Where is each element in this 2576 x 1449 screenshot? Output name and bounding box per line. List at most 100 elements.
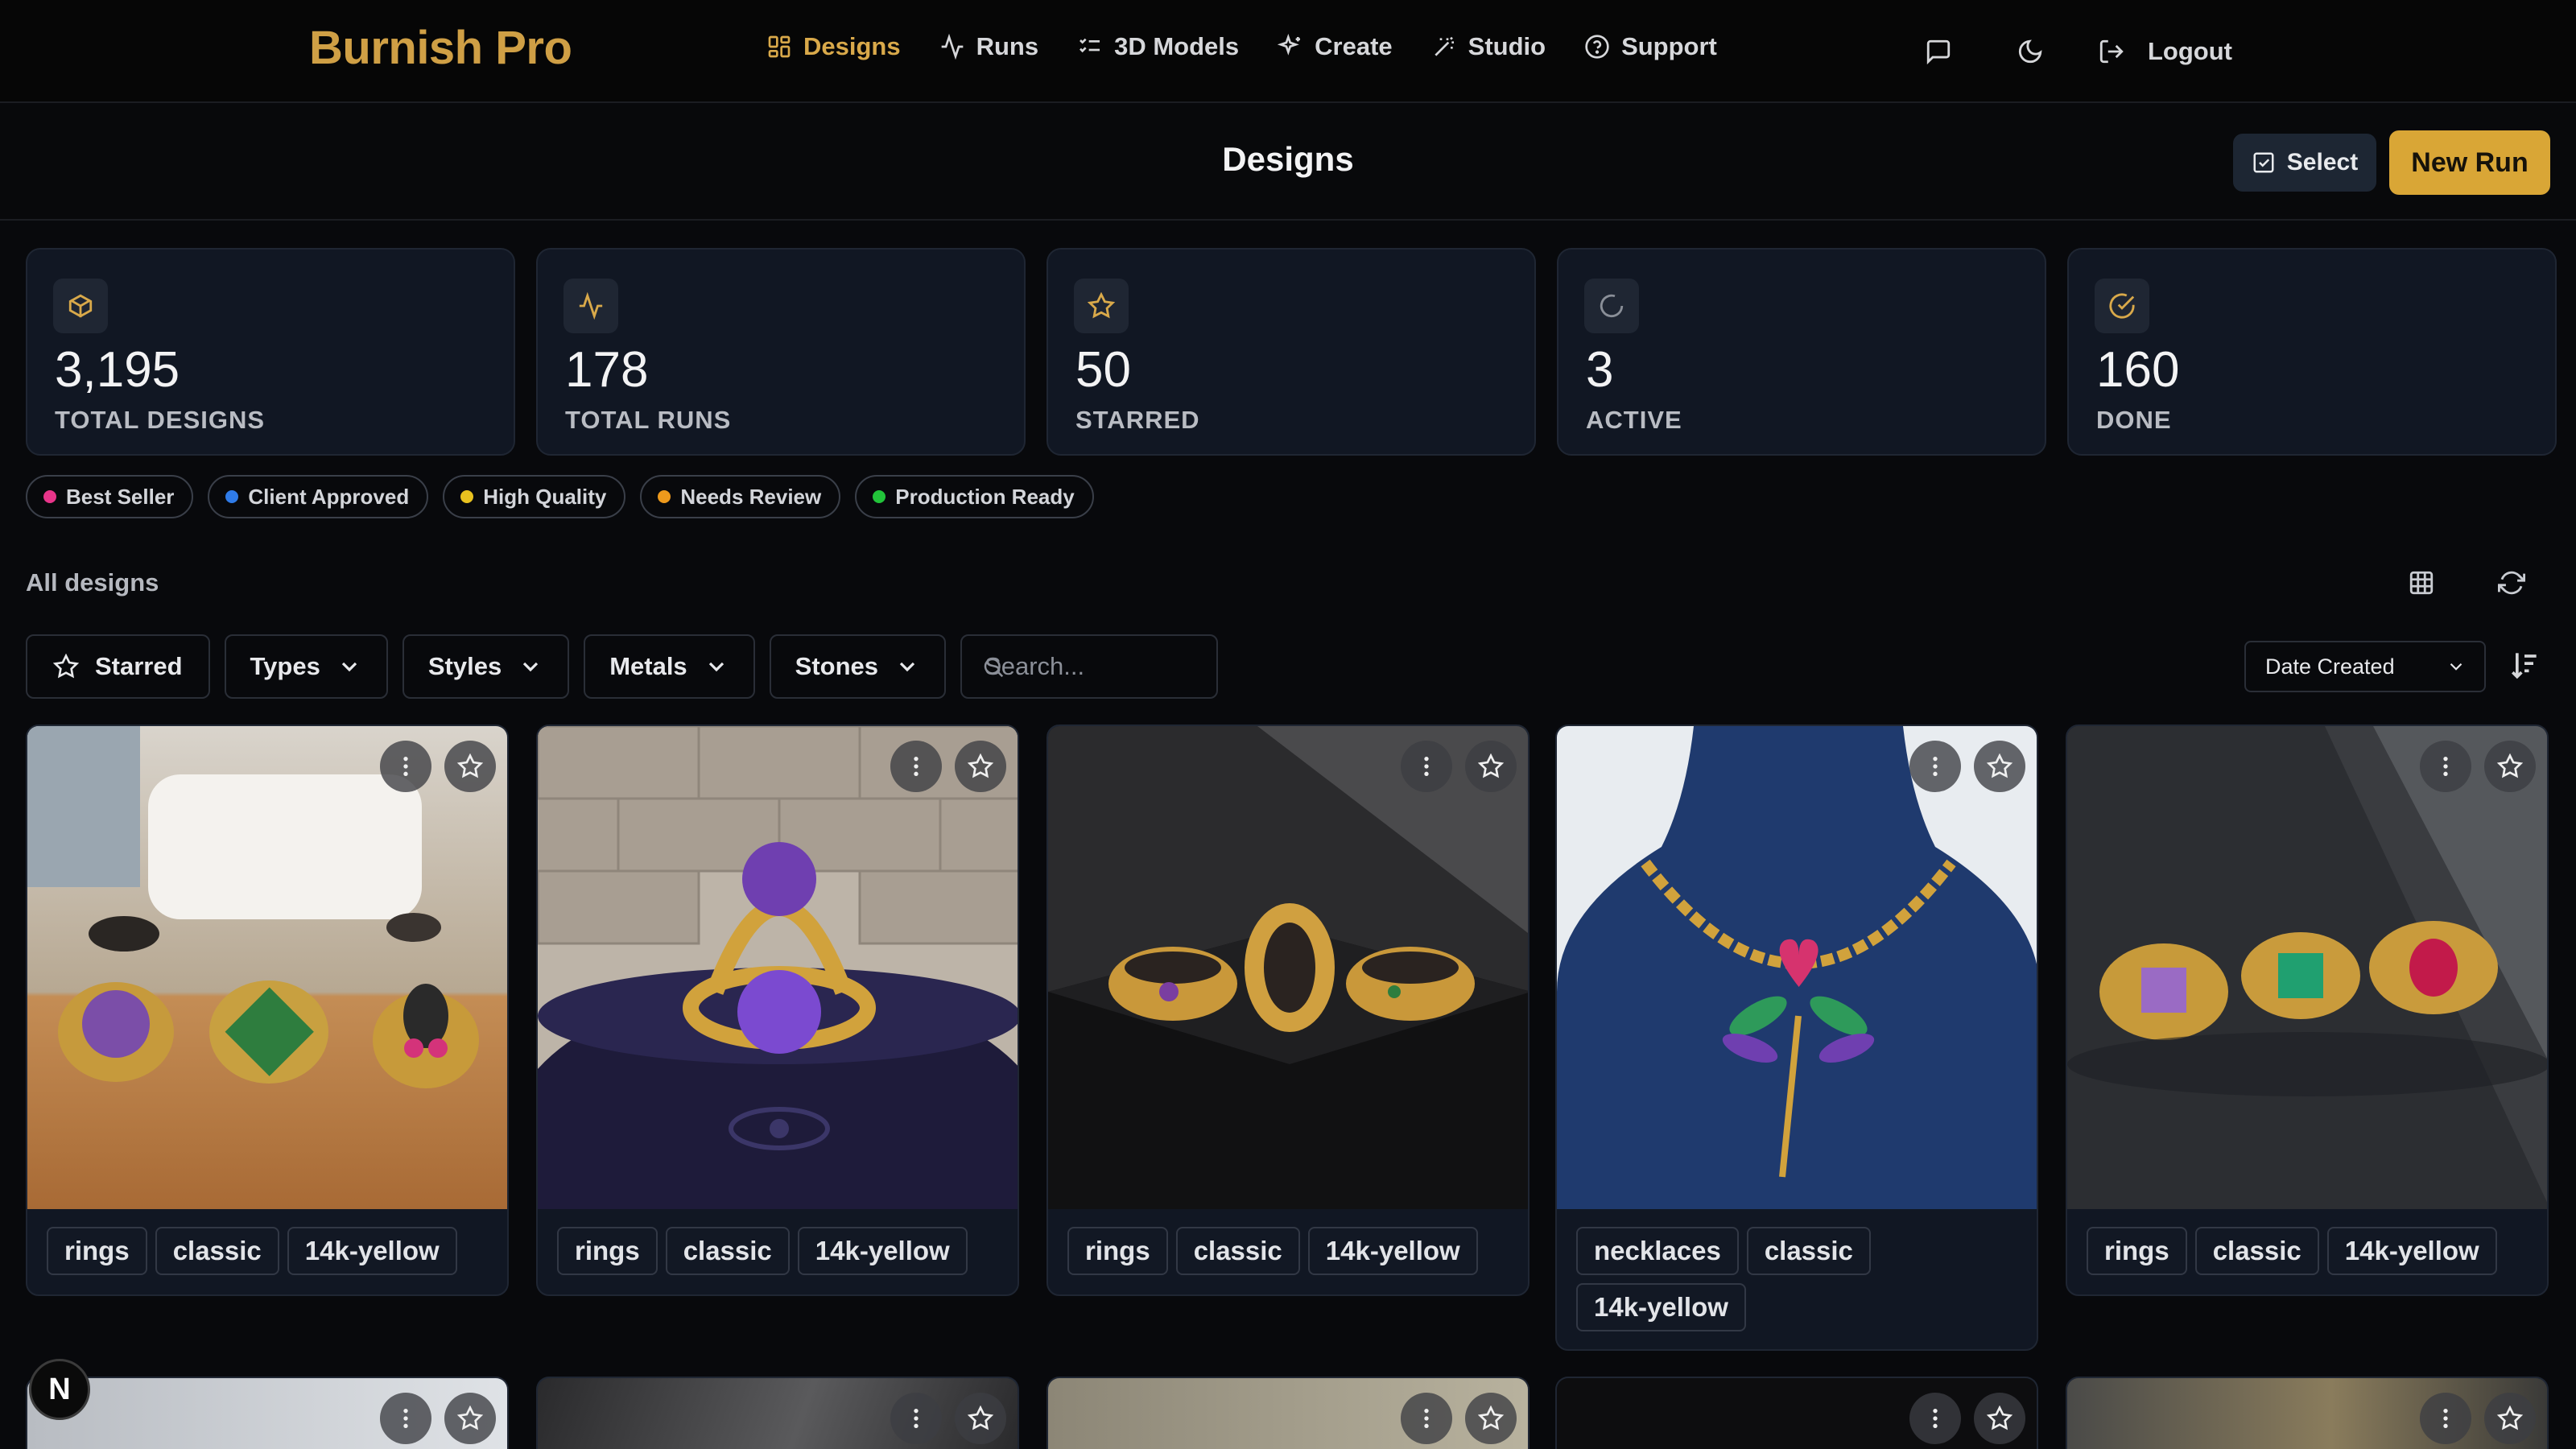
help-icon xyxy=(1585,35,1609,59)
chevron-down-icon xyxy=(708,662,724,672)
chevron-down-icon xyxy=(899,662,915,672)
sort-direction-icon[interactable] xyxy=(2507,647,2542,683)
more-options-button[interactable] xyxy=(2420,1393,2471,1444)
more-vertical-icon xyxy=(1424,757,1429,776)
nav-studio[interactable]: Studio xyxy=(1431,32,1546,61)
design-card[interactable]: rings classic 14k-yellow xyxy=(2066,724,2549,1296)
design-image[interactable] xyxy=(538,726,1018,1209)
grid-view-button[interactable] xyxy=(2402,564,2441,602)
design-tags: rings classic 14k-yellow xyxy=(1067,1227,1518,1275)
star-toggle-button[interactable] xyxy=(955,1393,1006,1444)
design-card[interactable]: necklaces classic 14k-yellow xyxy=(1555,724,2038,1351)
styles-dropdown[interactable]: Styles xyxy=(402,634,570,699)
style-chip: classic xyxy=(1746,1227,1871,1275)
tag-best-seller[interactable]: Best Seller xyxy=(26,475,194,518)
metals-label: Metals xyxy=(609,652,687,680)
type-chip: rings xyxy=(1067,1227,1168,1275)
stats-row: 3,195 TOTAL DESIGNS 178 TOTAL RUNS 50 ST… xyxy=(26,248,2557,456)
style-chip: classic xyxy=(155,1227,279,1275)
star-toggle-button[interactable] xyxy=(1465,1393,1517,1444)
nav-designs-label: Designs xyxy=(803,32,901,60)
stat-label: STARRED xyxy=(1075,406,1200,434)
more-options-button[interactable] xyxy=(890,1393,942,1444)
design-image[interactable] xyxy=(1557,726,2037,1209)
search-icon xyxy=(984,658,1004,678)
metal-chip: 14k-yellow xyxy=(2326,1227,2497,1275)
select-button[interactable]: Select xyxy=(2233,134,2376,192)
more-options-button[interactable] xyxy=(1909,1393,1961,1444)
brand-logo[interactable]: Burnish Pro xyxy=(309,21,572,75)
nav-runs[interactable]: Runs xyxy=(939,32,1038,61)
feedback-button[interactable] xyxy=(1919,32,1958,71)
star-toggle-button[interactable] xyxy=(1974,1393,2025,1444)
logout-button[interactable]: Logout xyxy=(2098,37,2232,66)
tag-production-ready[interactable]: Production Ready xyxy=(855,475,1094,518)
more-options-button[interactable] xyxy=(380,1393,431,1444)
select-label: Select xyxy=(2286,149,2359,175)
more-vertical-icon xyxy=(1424,1409,1429,1428)
design-image[interactable] xyxy=(27,726,507,1209)
more-options-button[interactable] xyxy=(1401,741,1452,792)
loader-icon xyxy=(1584,279,1639,333)
starred-label: Starred xyxy=(95,652,183,680)
more-options-button[interactable] xyxy=(1401,1393,1452,1444)
more-vertical-icon xyxy=(403,757,408,776)
stat-starred: 50 STARRED xyxy=(1046,248,1536,456)
next-dev-badge[interactable]: N xyxy=(29,1359,90,1420)
stat-value: 178 xyxy=(565,342,649,398)
design-card[interactable] xyxy=(1046,1377,1530,1449)
nav-3d-models[interactable]: 3D Models xyxy=(1077,32,1239,61)
more-options-button[interactable] xyxy=(380,741,431,792)
stones-dropdown[interactable]: Stones xyxy=(769,634,947,699)
style-chip: classic xyxy=(2194,1227,2319,1275)
theme-toggle-button[interactable] xyxy=(2011,32,2050,71)
design-card[interactable] xyxy=(2066,1377,2549,1449)
more-options-button[interactable] xyxy=(890,741,942,792)
stones-label: Stones xyxy=(795,652,879,680)
design-image[interactable] xyxy=(2067,726,2547,1209)
stat-done: 160 DONE xyxy=(2067,248,2557,456)
design-card[interactable]: rings classic 14k-yellow xyxy=(1046,724,1530,1296)
type-chip: rings xyxy=(2087,1227,2187,1275)
wand-icon xyxy=(1435,36,1454,56)
star-toggle-button[interactable] xyxy=(955,741,1006,792)
message-square-icon xyxy=(1926,39,1951,65)
stat-total-designs: 3,195 TOTAL DESIGNS xyxy=(26,248,515,456)
design-card[interactable] xyxy=(536,1377,1019,1449)
star-toggle-button[interactable] xyxy=(444,1393,496,1444)
more-options-button[interactable] xyxy=(1909,741,1961,792)
nav-create[interactable]: Create xyxy=(1278,32,1393,61)
sort-select[interactable]: Date Created xyxy=(2244,641,2486,692)
new-run-button[interactable]: New Run xyxy=(2389,130,2550,195)
stat-label: DONE xyxy=(2096,406,2172,434)
design-card[interactable] xyxy=(26,1377,509,1449)
logout-icon xyxy=(2099,39,2124,64)
types-dropdown[interactable]: Types xyxy=(224,634,388,699)
star-toggle-button[interactable] xyxy=(1465,741,1517,792)
star-toggle-button[interactable] xyxy=(2484,741,2536,792)
design-tags: rings classic 14k-yellow xyxy=(2087,1227,2537,1275)
starred-filter-button[interactable]: Starred xyxy=(26,634,210,699)
stat-value: 50 xyxy=(1075,342,1131,398)
more-options-button[interactable] xyxy=(2420,741,2471,792)
star-icon xyxy=(968,753,993,778)
chevron-down-icon xyxy=(2450,663,2462,671)
logout-label: Logout xyxy=(2148,37,2233,65)
star-icon xyxy=(1478,1406,1504,1430)
nav-designs[interactable]: Designs xyxy=(766,32,901,61)
tag-needs-review[interactable]: Needs Review xyxy=(640,475,841,518)
tag-client-approved[interactable]: Client Approved xyxy=(208,475,429,518)
tag-label: High Quality xyxy=(483,484,607,509)
design-card[interactable]: rings classic 14k-yellow xyxy=(536,724,1019,1296)
page-header: Designs Select New Run xyxy=(0,105,2576,221)
refresh-button[interactable] xyxy=(2492,564,2531,602)
design-image[interactable] xyxy=(1048,726,1528,1209)
star-toggle-button[interactable] xyxy=(2484,1393,2536,1444)
design-card[interactable] xyxy=(1555,1377,2038,1449)
design-card[interactable]: rings classic 14k-yellow xyxy=(26,724,509,1296)
nav-support[interactable]: Support xyxy=(1584,32,1717,61)
tag-high-quality[interactable]: High Quality xyxy=(443,475,626,518)
star-toggle-button[interactable] xyxy=(444,741,496,792)
metals-dropdown[interactable]: Metals xyxy=(584,634,755,699)
star-toggle-button[interactable] xyxy=(1974,741,2025,792)
